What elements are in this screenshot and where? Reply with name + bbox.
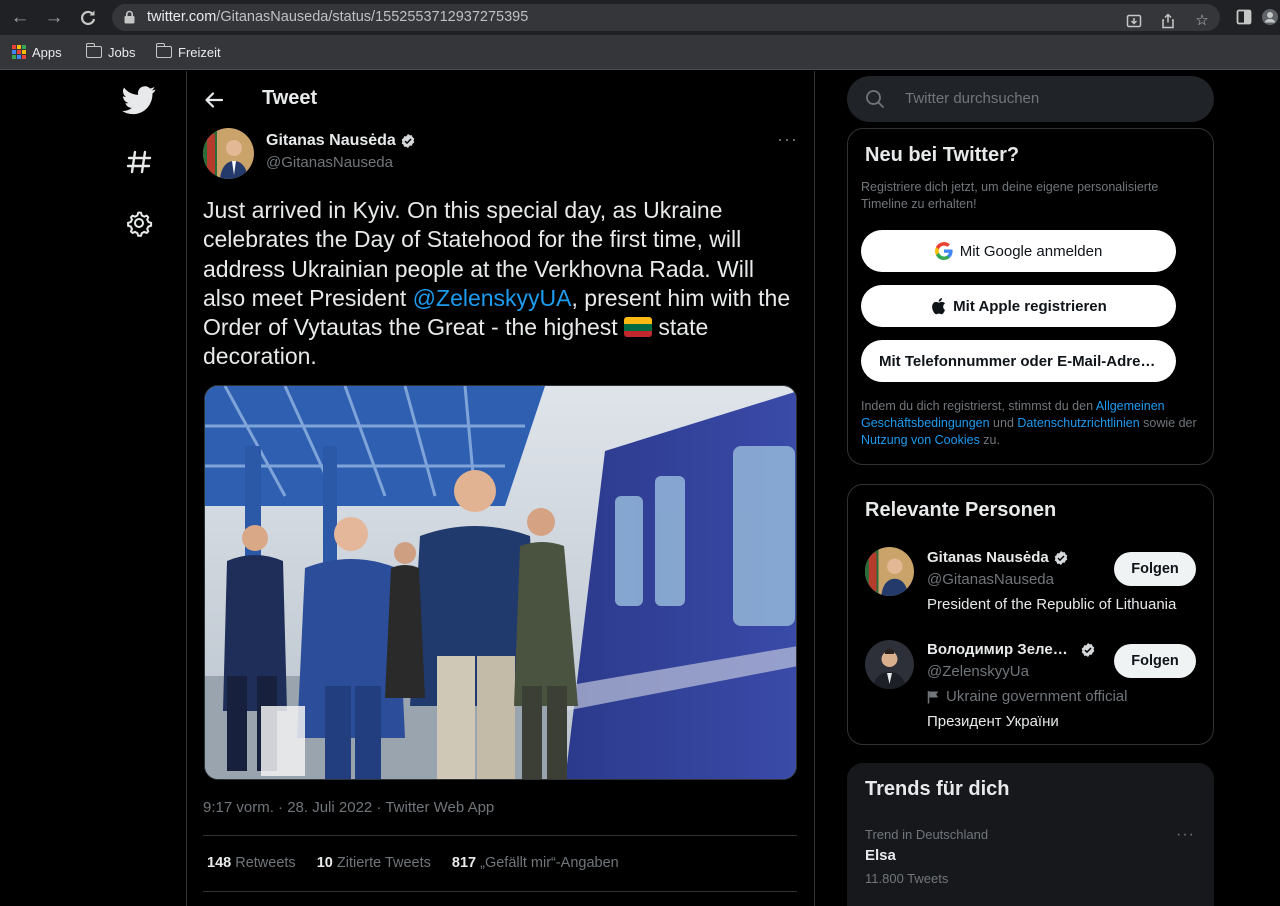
google-signin-button[interactable]: Mit Google anmelden	[861, 230, 1176, 272]
left-navigation	[0, 71, 186, 906]
mention-link[interactable]: @ZelenskyyUA	[413, 285, 572, 311]
legal-text: und	[989, 416, 1018, 430]
settings-gear-icon[interactable]	[122, 206, 156, 240]
quotes-stat[interactable]: 10 Zitierte Tweets	[317, 855, 431, 871]
person-handle[interactable]: @GitanasNauseda	[927, 571, 1054, 588]
tweet-photo[interactable]	[204, 385, 797, 780]
trends-panel: Trends für dich Trend in Deutschland ···…	[847, 763, 1214, 906]
page-title: Tweet	[262, 87, 318, 109]
trend-name[interactable]: Elsa	[865, 847, 896, 864]
trend-count: 11.800 Tweets	[865, 871, 949, 886]
verified-badge-icon	[1081, 642, 1095, 657]
bookmark-freizeit[interactable]: Freizeit	[155, 43, 221, 61]
bookmarks-bar: Apps Jobs Freizeit	[0, 35, 1280, 70]
trends-title: Trends für dich	[865, 778, 1010, 800]
relevant-people-title: Relevante Personen	[865, 499, 1057, 521]
address-bar[interactable]: twitter.com/GitanasNauseda/status/155255…	[112, 4, 1220, 31]
verified-badge-icon	[401, 134, 415, 148]
likes-count: 817	[451, 855, 477, 871]
lock-icon[interactable]	[124, 10, 135, 24]
share-icon[interactable]	[1158, 11, 1178, 31]
person-bio: Президент України	[927, 713, 1059, 730]
signup-title: Neu bei Twitter?	[865, 144, 1020, 166]
phone-email-signup-button[interactable]: Mit Telefonnummer oder E-Mail-Adresse re…	[861, 340, 1176, 382]
bookmark-label: Freizeit	[178, 44, 221, 60]
bookmark-star-icon[interactable]: ☆	[1192, 11, 1212, 31]
legal-text: Indem du dich registrierst, stimmst du d…	[861, 399, 1096, 413]
install-app-icon[interactable]	[1124, 11, 1144, 31]
trend-more-icon[interactable]: ···	[1176, 826, 1195, 844]
hashtag-icon[interactable]	[122, 145, 156, 179]
follow-button[interactable]: Folgen	[1114, 644, 1196, 678]
person-name-text: Gitanas Nausėda	[927, 549, 1049, 566]
person-name[interactable]: Gitanas Nausėda	[927, 549, 1069, 566]
flag-icon	[927, 690, 939, 703]
apple-signup-button[interactable]: Mit Apple registrieren	[861, 285, 1176, 327]
tweet-stats: 148 Retweets 10 Zitierte Tweets 817 „Gef…	[207, 855, 619, 871]
author-name[interactable]: Gitanas Nausėda	[266, 132, 416, 150]
extensions-icon[interactable]	[1234, 7, 1254, 27]
apple-button-label: Mit Apple registrieren	[953, 297, 1107, 315]
lithuania-flag-emoji	[624, 317, 653, 338]
divider	[203, 835, 797, 836]
apps-grid-icon	[12, 45, 26, 59]
apple-icon	[932, 298, 946, 315]
follow-button[interactable]: Folgen	[1114, 552, 1196, 586]
trend-context: Trend in Deutschland	[865, 827, 989, 842]
profile-icon[interactable]	[1260, 7, 1280, 27]
likes-label: „Gefällt mir“-Angaben	[480, 855, 619, 871]
tweet-detail-column: Tweet Gitanas Nausėda @GitanasNauseda ··…	[187, 71, 814, 906]
legal-text: sowie der	[1139, 416, 1197, 430]
browser-toolbar: ← → twitter.com/GitanasNauseda/status/15…	[0, 0, 1280, 35]
government-label-text: Ukraine government official	[946, 688, 1128, 705]
back-icon[interactable]: ←	[8, 6, 32, 30]
back-arrow-icon[interactable]	[203, 89, 225, 111]
right-sidebar: Twitter durchsuchen Neu bei Twitter? Reg…	[815, 71, 1280, 906]
cookies-link[interactable]: Nutzung von Cookies	[861, 433, 980, 447]
search-input[interactable]: Twitter durchsuchen	[905, 90, 1039, 107]
tweet-timestamp[interactable]: 9:17 vorm. · 28. Juli 2022 · Twitter Web…	[203, 799, 494, 816]
signup-legal-text: Indem du dich registrierst, stimmst du d…	[861, 398, 1206, 449]
person-name[interactable]: Володимир Зеле…	[927, 641, 1096, 658]
folder-icon	[85, 43, 102, 58]
likes-stat[interactable]: 817 „Gefällt mir“-Angaben	[452, 855, 619, 871]
relevant-people-panel: Relevante Personen Gitanas Nausėda @Gita…	[847, 484, 1214, 745]
search-icon	[866, 90, 884, 108]
google-icon	[934, 242, 953, 260]
legal-text: zu.	[979, 433, 1000, 447]
person-avatar[interactable]	[865, 547, 914, 596]
divider	[203, 891, 797, 892]
bookmark-label: Apps	[32, 44, 62, 60]
folder-icon	[155, 43, 172, 58]
person-handle[interactable]: @ZelenskyyUa	[927, 663, 1029, 680]
privacy-link[interactable]: Datenschutzrichtlinien	[1017, 416, 1139, 430]
twitter-bird-icon[interactable]	[122, 83, 156, 117]
retweets-stat[interactable]: 148 Retweets	[207, 855, 296, 871]
search-bar[interactable]: Twitter durchsuchen	[847, 76, 1214, 122]
bookmark-label: Jobs	[108, 44, 136, 60]
person-avatar[interactable]	[865, 640, 914, 689]
signup-subtitle: Registriere dich jetzt, um deine eigene …	[861, 180, 1159, 211]
url-text[interactable]: twitter.com/GitanasNauseda/status/155255…	[147, 9, 528, 25]
author-handle[interactable]: @GitanasNauseda	[266, 154, 393, 171]
quotes-count: 10	[316, 855, 333, 871]
google-button-label: Mit Google anmelden	[959, 242, 1103, 260]
bookmark-jobs[interactable]: Jobs	[85, 43, 136, 61]
person-name-text: Володимир Зеле…	[927, 641, 1068, 658]
bookmark-apps[interactable]: Apps	[12, 43, 62, 61]
government-label: Ukraine government official	[927, 688, 1127, 705]
quotes-label: Zitierte Tweets	[336, 855, 431, 871]
author-avatar[interactable]	[203, 128, 254, 179]
verified-badge-icon	[1054, 550, 1067, 565]
signup-panel: Neu bei Twitter? Registriere dich jetzt,…	[847, 128, 1214, 465]
phone-button-label: Mit Telefonnummer oder E-Mail-Adresse re…	[879, 352, 1161, 370]
reload-icon[interactable]	[76, 6, 100, 30]
retweets-count: 148	[207, 855, 232, 871]
person-bio: President of the Republic of Lithuania	[927, 596, 1177, 613]
forward-icon[interactable]: →	[42, 6, 66, 30]
more-options-icon[interactable]: ···	[777, 129, 798, 150]
tweet-text: Just arrived in Kyiv. On this special da…	[203, 196, 793, 372]
retweets-label: Retweets	[235, 855, 296, 871]
author-name-text: Gitanas Nausėda	[266, 132, 396, 149]
